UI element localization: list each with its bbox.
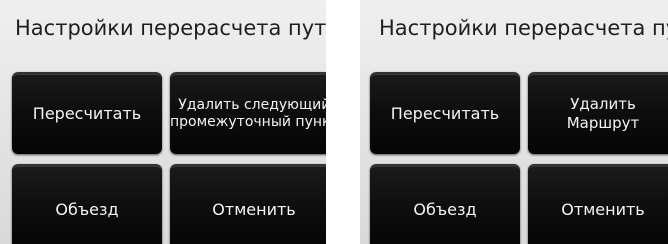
- cancel-button[interactable]: Отменить: [170, 164, 326, 244]
- recalculate-button[interactable]: Пересчитать: [370, 72, 520, 154]
- delete-route-label-line1: Удалить: [570, 95, 636, 114]
- panel-title: Настройки перерасчета пути: [379, 16, 668, 40]
- delete-waypoint-label-line1: Удалить следующий: [178, 96, 326, 113]
- delete-route-button[interactable]: Удалить Маршрут: [528, 72, 668, 154]
- right-recalc-panel: Настройки перерасчета пути Пересчитать У…: [360, 0, 668, 244]
- detour-button[interactable]: Объезд: [370, 164, 520, 244]
- cancel-button[interactable]: Отменить: [528, 164, 668, 244]
- delete-route-label-line2: Маршрут: [566, 114, 640, 132]
- recalculate-label: Пересчитать: [32, 104, 142, 123]
- detour-button[interactable]: Объезд: [12, 164, 162, 244]
- detour-label: Объезд: [55, 200, 119, 219]
- cancel-label: Отменить: [561, 200, 645, 219]
- panel-title: Настройки перерасчета пути: [15, 16, 326, 40]
- delete-next-waypoint-button[interactable]: Удалить следующий промежуточный пункт: [170, 72, 326, 154]
- detour-label: Объезд: [413, 200, 477, 219]
- recalculate-button[interactable]: Пересчитать: [12, 72, 162, 154]
- cancel-label: Отменить: [212, 200, 296, 219]
- recalculate-label: Пересчитать: [390, 104, 500, 123]
- left-recalc-panel: Настройки перерасчета пути Пересчитать У…: [0, 0, 326, 244]
- delete-waypoint-label-line2: промежуточный пункт: [170, 114, 326, 130]
